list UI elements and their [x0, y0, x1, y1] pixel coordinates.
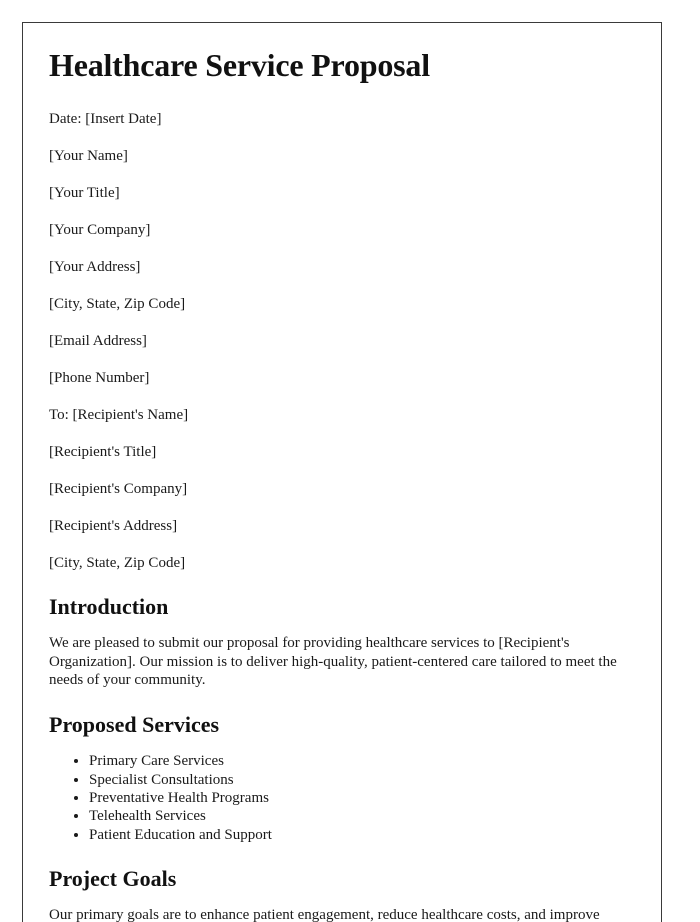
sender-line-company: [Your Company] [49, 221, 151, 238]
list-item: Primary Care Services [89, 752, 635, 770]
recipient-line-title: [Recipient's Title] [49, 443, 157, 460]
sender-line-title: [Your Title] [49, 184, 120, 201]
document-body: Healthcare Service Proposal Date: [Inser… [23, 23, 661, 922]
sender-line-email: [Email Address] [49, 332, 147, 349]
document-page: Healthcare Service Proposal Date: [Inser… [22, 22, 662, 922]
heading-introduction: Introduction [49, 593, 169, 619]
section-proposed-services: Proposed Services Primary Care Services … [49, 712, 635, 844]
recipient-line-address: [Recipient's Address] [49, 517, 178, 534]
sender-address-block: Date: [Insert Date] [Your Name] [Your Ti… [49, 110, 635, 387]
section-project-goals: Project Goals Our primary goals are to e… [49, 866, 635, 922]
recipient-address-block: To: [Recipient's Name] [Recipient's Titl… [49, 406, 635, 572]
sender-line-name: [Your Name] [49, 147, 128, 164]
paragraph-introduction: We are pleased to submit our proposal fo… [49, 635, 617, 689]
recipient-line-name: To: [Recipient's Name] [49, 406, 189, 423]
section-introduction: Introduction We are pleased to submit ou… [49, 594, 635, 690]
list-item: Specialist Consultations [89, 771, 635, 789]
sender-line-address: [Your Address] [49, 258, 141, 275]
list-item: Preventative Health Programs [89, 789, 635, 807]
heading-project-goals: Project Goals [49, 865, 177, 891]
proposed-services-list: Primary Care Services Specialist Consult… [49, 752, 635, 843]
sender-line-date: Date: [Insert Date] [49, 110, 162, 127]
list-item: Patient Education and Support [89, 826, 635, 844]
sender-line-city: [City, State, Zip Code] [49, 295, 186, 312]
list-item: Telehealth Services [89, 807, 635, 825]
sender-line-phone: [Phone Number] [49, 369, 150, 386]
paragraph-project-goals: Our primary goals are to enhance patient… [49, 907, 600, 922]
page-title: Healthcare Service Proposal [49, 47, 430, 83]
recipient-line-city: [City, State, Zip Code] [49, 554, 186, 571]
heading-proposed-services: Proposed Services [49, 711, 220, 737]
recipient-line-company: [Recipient's Company] [49, 480, 188, 497]
